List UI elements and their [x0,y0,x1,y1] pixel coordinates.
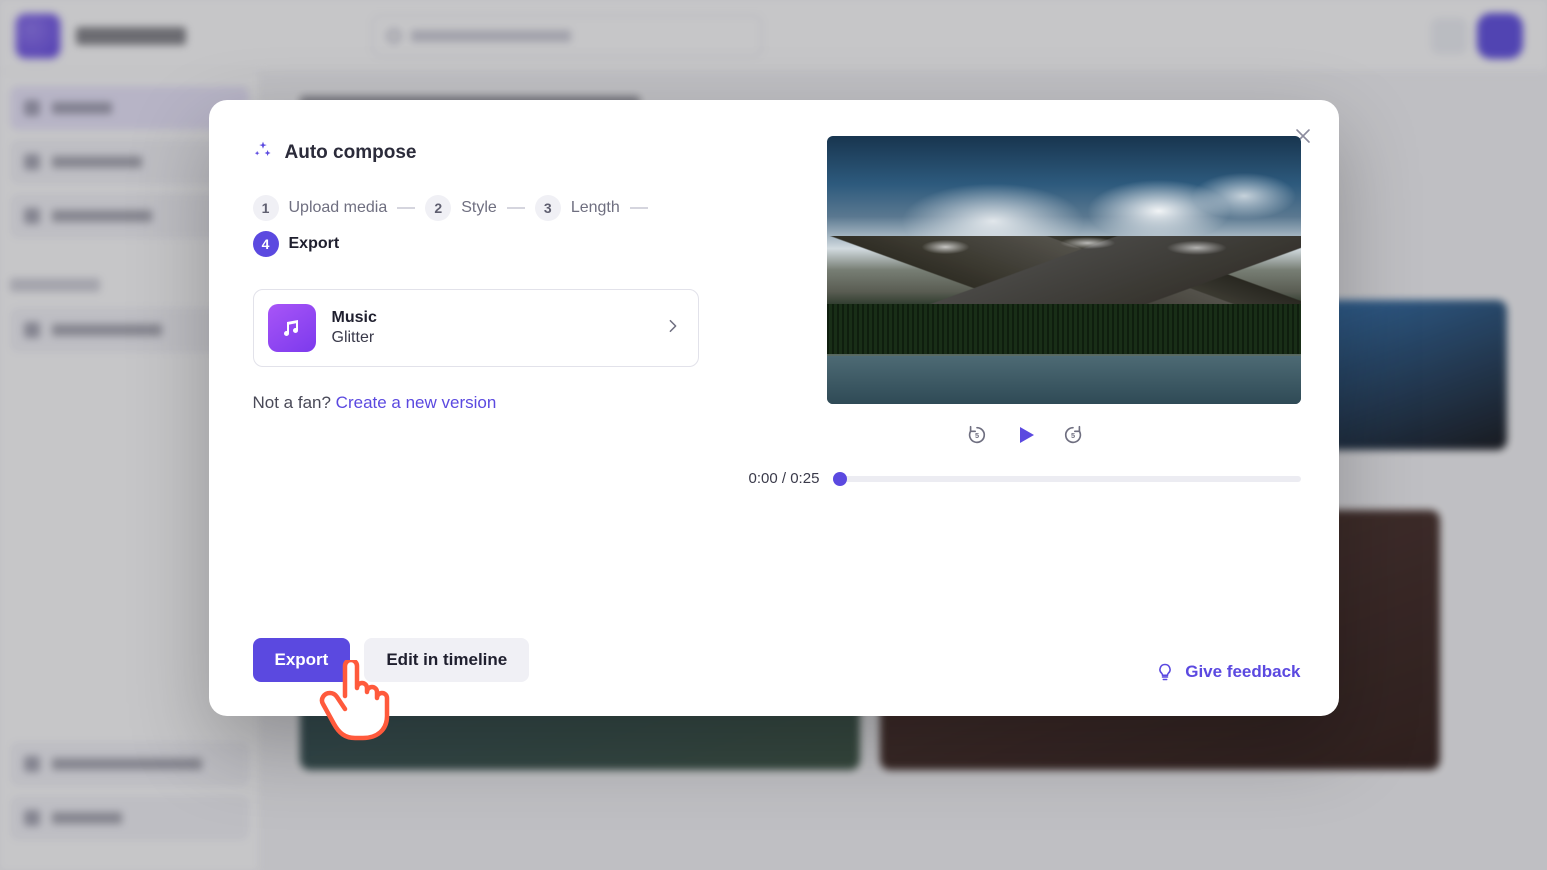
step-style[interactable]: 2 Style [425,195,497,221]
step-label: Upload media [289,199,388,217]
chevron-right-icon [666,319,680,338]
edit-in-timeline-button[interactable]: Edit in timeline [364,638,529,682]
step-upload-media[interactable]: 1 Upload media [253,195,388,221]
step-number: 4 [253,231,279,257]
modal-right-panel: 5 5 0:00 / 0:25 Give feedback [737,100,1339,716]
seek-thumb[interactable] [833,472,847,486]
step-export[interactable]: 4 Export [253,231,340,257]
modal-actions: Export Edit in timeline [253,638,699,682]
video-preview[interactable] [827,136,1301,404]
not-a-fan-text: Not a fan? [253,393,336,412]
progress-row: 0:00 / 0:25 [749,470,1301,487]
create-new-version-link[interactable]: Create a new version [336,393,497,412]
modal-left-panel: Auto compose 1 Upload media 2 Style 3 Le… [209,100,737,716]
stepper: 1 Upload media 2 Style 3 Length 4 Export [253,195,699,257]
svg-text:5: 5 [974,431,978,440]
modal-title-row: Auto compose [253,140,699,165]
step-separator [507,207,525,209]
auto-compose-modal: Auto compose 1 Upload media 2 Style 3 Le… [209,100,1339,716]
step-length[interactable]: 3 Length [535,195,620,221]
seek-bar[interactable] [833,476,1300,482]
skip-forward-button[interactable]: 5 [1060,422,1086,448]
music-icon [268,304,316,352]
export-button[interactable]: Export [253,638,351,682]
music-label: Music [332,309,377,327]
sparkle-icon [253,140,273,165]
time-display: 0:00 / 0:25 [749,470,820,487]
not-a-fan-row: Not a fan? Create a new version [253,393,699,413]
player-controls: 5 5 [749,422,1301,448]
music-selector[interactable]: Music Glitter [253,289,699,367]
step-number: 1 [253,195,279,221]
step-separator [397,207,415,209]
give-feedback-label: Give feedback [1185,662,1300,682]
music-value: Glitter [332,329,377,347]
step-separator [630,207,648,209]
step-number: 2 [425,195,451,221]
step-label: Export [289,235,340,253]
step-number: 3 [535,195,561,221]
play-button[interactable] [1012,422,1038,448]
give-feedback-link[interactable]: Give feedback [1155,662,1300,682]
step-label: Length [571,199,620,217]
modal-title: Auto compose [285,142,417,164]
skip-back-button[interactable]: 5 [964,422,990,448]
modal-overlay: Auto compose 1 Upload media 2 Style 3 Le… [0,0,1547,870]
lightbulb-icon [1155,662,1175,682]
svg-text:5: 5 [1070,431,1074,440]
music-meta: Music Glitter [332,309,377,347]
step-label: Style [461,199,497,217]
